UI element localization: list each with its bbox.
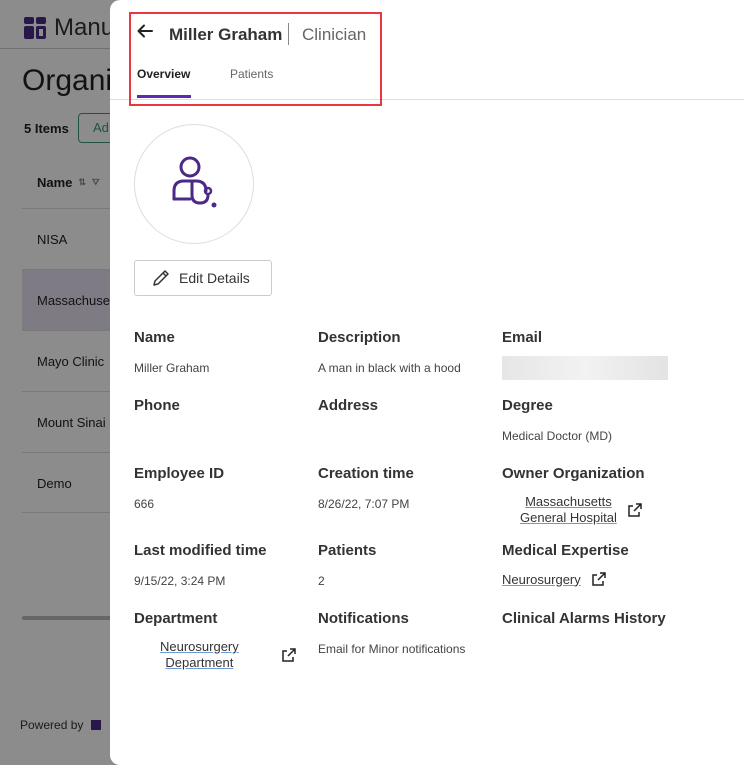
field-label: Medical Expertise bbox=[502, 542, 629, 559]
field-value: A man in black with a hood bbox=[318, 361, 461, 375]
field-degree: Degree Medical Doctor (MD) bbox=[502, 397, 682, 444]
field-employee-id: Employee ID 666 bbox=[134, 465, 314, 512]
field-email: Email bbox=[502, 329, 682, 380]
avatar bbox=[134, 124, 254, 244]
field-value: Email for Minor notifications bbox=[318, 642, 466, 656]
field-patients: Patients 2 bbox=[318, 542, 498, 589]
edit-details-label: Edit Details bbox=[179, 270, 250, 286]
link-line: Department bbox=[165, 655, 234, 670]
clinician-icon bbox=[172, 156, 217, 208]
field-label: Last modified time bbox=[134, 542, 267, 559]
field-description: Description A man in black with a hood bbox=[318, 329, 498, 376]
field-medical-expertise: Medical Expertise Neurosurgery bbox=[502, 542, 702, 587]
field-label: Creation time bbox=[318, 465, 414, 482]
field-notifications: Notifications Email for Minor notificati… bbox=[318, 610, 498, 657]
external-link-icon[interactable] bbox=[627, 502, 643, 518]
field-value: 2 bbox=[318, 574, 325, 588]
field-label: Employee ID bbox=[134, 465, 225, 482]
field-last-modified: Last modified time 9/15/22, 3:24 PM bbox=[134, 542, 314, 589]
field-name: Name Miller Graham bbox=[134, 329, 314, 376]
edit-details-button[interactable]: Edit Details bbox=[134, 260, 272, 296]
external-link-icon[interactable] bbox=[591, 571, 607, 587]
expertise-link[interactable]: Neurosurgery bbox=[502, 572, 581, 587]
field-label: Description bbox=[318, 329, 401, 346]
field-label: Address bbox=[318, 397, 379, 414]
field-value: 9/15/22, 3:24 PM bbox=[134, 574, 226, 588]
pencil-icon bbox=[153, 270, 169, 286]
clinician-detail-panel: Miller Graham Clinician Overview Patient… bbox=[110, 0, 744, 765]
owner-organization-link[interactable]: Massachusetts General Hospital bbox=[520, 494, 617, 526]
field-value: Miller Graham bbox=[134, 361, 210, 375]
external-link-icon[interactable] bbox=[281, 647, 297, 663]
field-creation-time: Creation time 8/26/22, 7:07 PM bbox=[318, 465, 498, 512]
field-value: Medical Doctor (MD) bbox=[502, 429, 613, 443]
link-line: Massachusetts bbox=[525, 494, 612, 509]
link-line: Neurosurgery bbox=[160, 639, 239, 654]
field-label: Department bbox=[134, 610, 218, 627]
field-label: Patients bbox=[318, 542, 377, 559]
field-label: Clinical Alarms History bbox=[502, 610, 666, 627]
field-clinical-alarms: Clinical Alarms History bbox=[502, 610, 702, 627]
highlight-box bbox=[129, 12, 382, 106]
field-label: Email bbox=[502, 329, 543, 346]
field-value: 666 bbox=[134, 497, 155, 511]
field-owner-organization: Owner Organization Massachusetts General… bbox=[502, 465, 702, 526]
field-label: Name bbox=[134, 329, 175, 346]
redacted-email bbox=[502, 356, 668, 380]
department-link[interactable]: Neurosurgery Department bbox=[160, 639, 239, 671]
panel-header: Miller Graham Clinician Overview Patient… bbox=[110, 0, 744, 106]
field-label: Phone bbox=[134, 397, 180, 414]
owner-organization-link-row: Massachusetts General Hospital bbox=[520, 494, 702, 526]
field-value: 8/26/22, 7:07 PM bbox=[318, 497, 410, 511]
field-label: Owner Organization bbox=[502, 465, 645, 482]
department-link-row: Neurosurgery Department bbox=[160, 639, 314, 671]
expertise-link-row: Neurosurgery bbox=[502, 571, 702, 587]
field-label: Degree bbox=[502, 397, 553, 414]
field-department: Department Neurosurgery Department bbox=[134, 610, 314, 671]
link-line: General Hospital bbox=[520, 510, 617, 525]
field-phone: Phone bbox=[134, 397, 314, 414]
field-address: Address bbox=[318, 397, 498, 414]
field-label: Notifications bbox=[318, 610, 409, 627]
